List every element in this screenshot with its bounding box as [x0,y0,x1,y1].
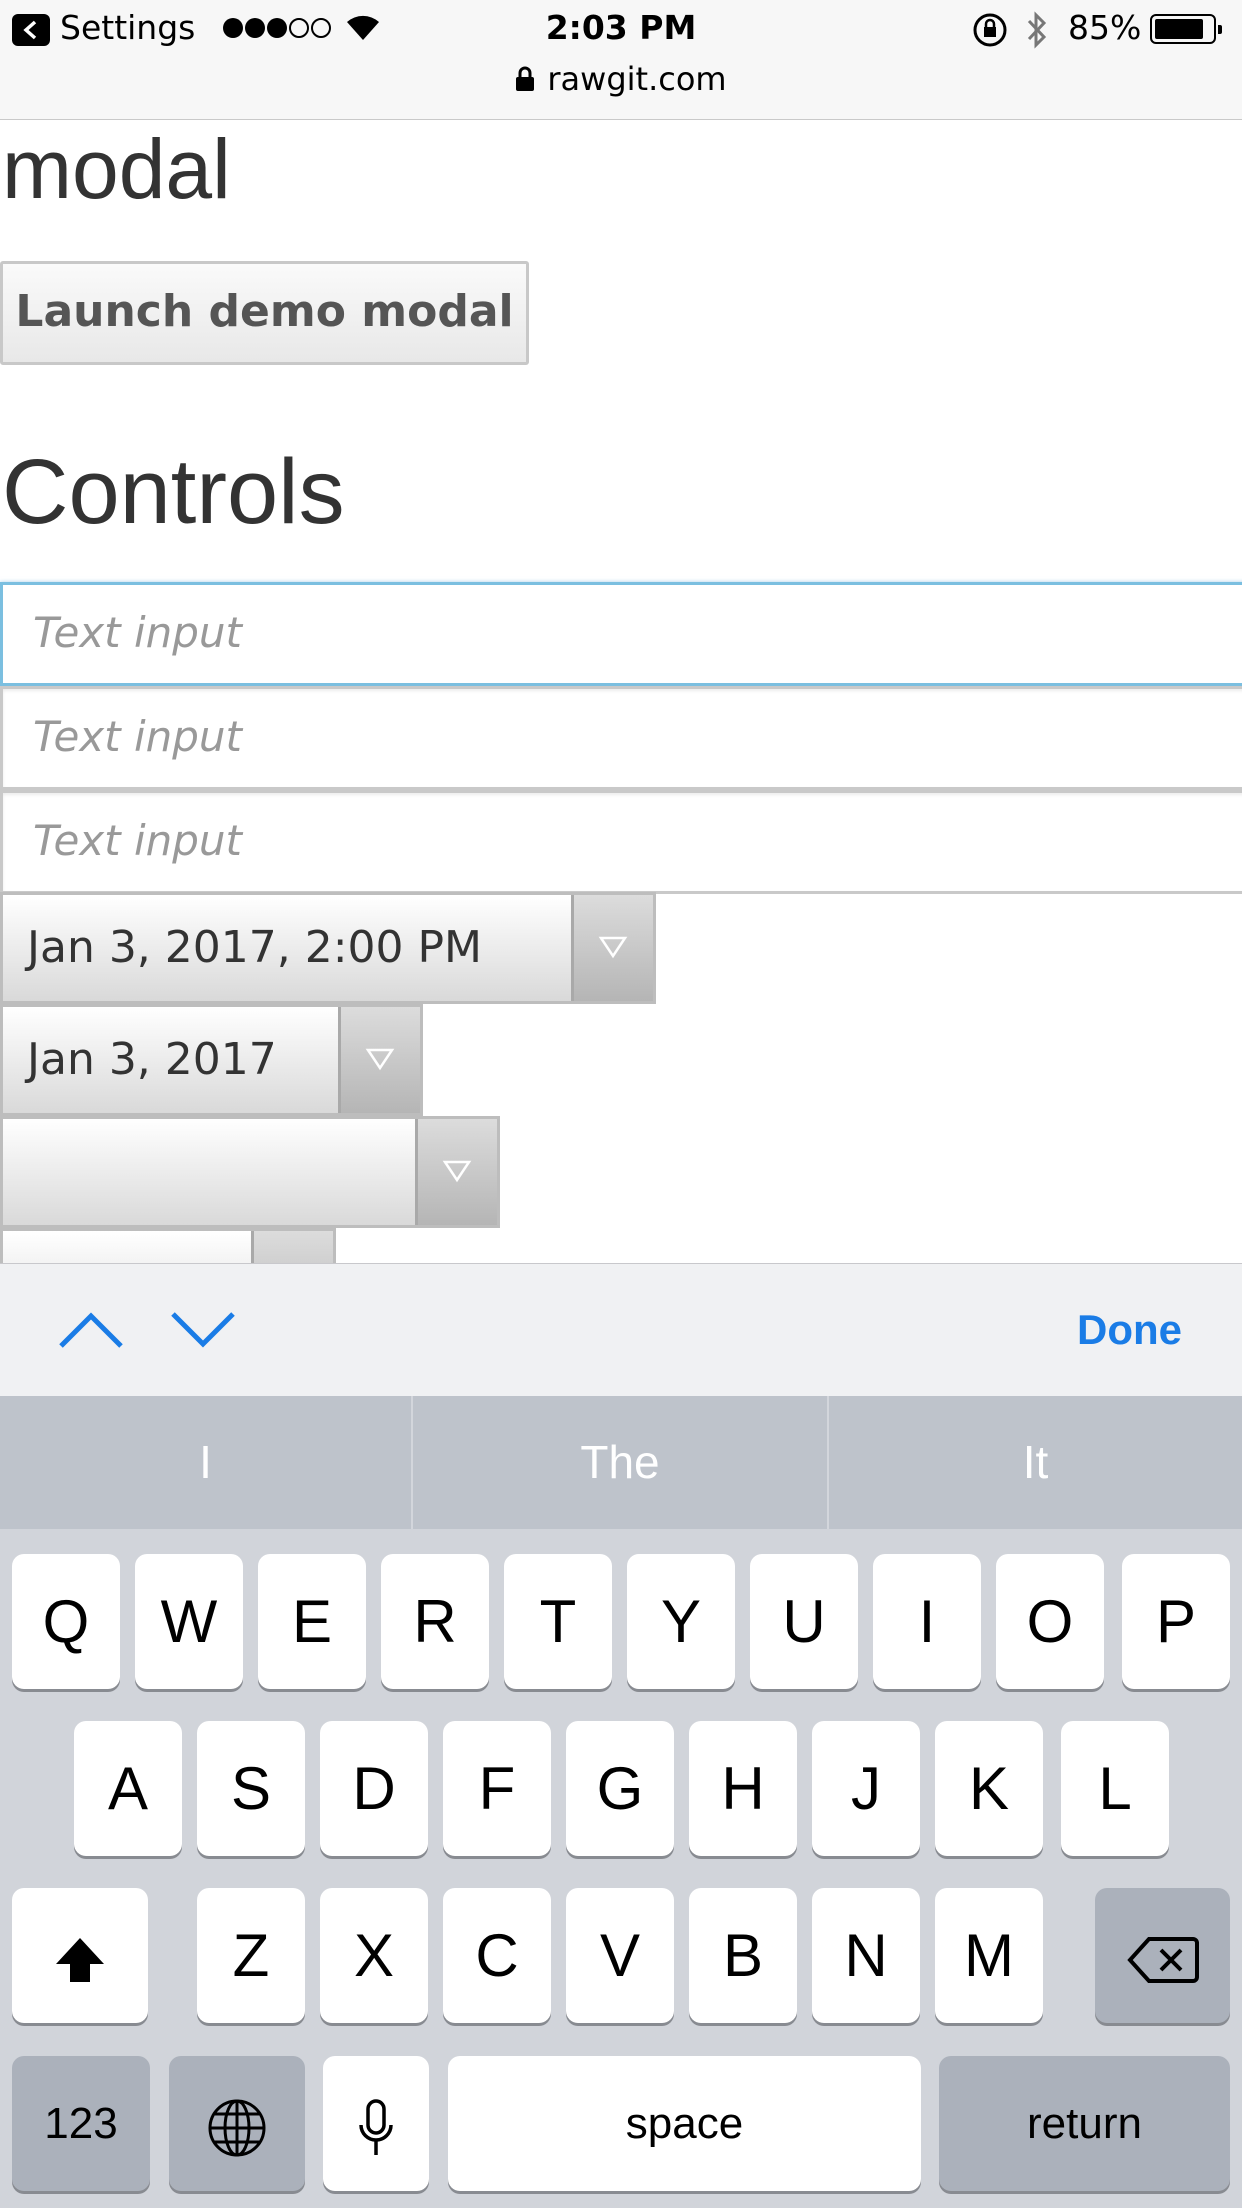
key-u[interactable]: U [750,1554,858,1689]
keyboard: I The It Q W E R T Y U I O P A S D F G H… [0,1396,1242,2208]
key-b[interactable]: B [689,1888,797,2023]
text-input-1[interactable]: Text input [0,582,1242,686]
key-w[interactable]: W [135,1554,243,1689]
key-j[interactable]: J [812,1721,920,1856]
shift-key[interactable] [12,1888,148,2023]
key-f[interactable]: F [443,1721,551,1856]
battery-percent: 85% [1068,8,1142,47]
form-accessory-bar: Done [0,1263,1242,1396]
key-h[interactable]: H [689,1721,797,1856]
key-r[interactable]: R [381,1554,489,1689]
rotation-lock-icon [972,12,1008,52]
key-c[interactable]: C [443,1888,551,2023]
key-d[interactable]: D [320,1721,428,1856]
dictation-key[interactable] [323,2056,429,2191]
key-z[interactable]: Z [197,1888,305,2023]
bluetooth-icon [1024,10,1050,54]
key-k[interactable]: K [935,1721,1043,1856]
status-time: 2:03 PM [545,8,697,47]
modal-section-heading: modal [2,122,231,216]
lock-icon [515,62,535,100]
status-bar: Settings 2:03 PM 85% rawgit.com [0,0,1242,120]
key-p[interactable]: P [1122,1554,1230,1689]
previous-field-icon[interactable] [58,1310,124,1354]
key-i[interactable]: I [873,1554,981,1689]
chevron-down-icon[interactable] [251,1231,333,1263]
chevron-down-icon[interactable] [415,1119,497,1225]
battery-icon [1150,14,1222,44]
key-o[interactable]: O [996,1554,1104,1689]
suggestion-3[interactable]: It [829,1396,1242,1529]
datetime-select-value: Jan 3, 2017, 2:00 PM [27,922,483,973]
battery-fill [1155,19,1203,39]
key-n[interactable]: N [812,1888,920,2023]
date-select[interactable]: Jan 3, 2017 [0,1004,423,1116]
key-l[interactable]: L [1061,1721,1169,1856]
key-q[interactable]: Q [12,1554,120,1689]
predictive-bar: I The It [0,1396,1242,1529]
text-input-3[interactable]: Text input [0,790,1242,894]
chevron-down-icon[interactable] [571,895,653,1001]
web-page: modal Launch demo modal Controls Text in… [0,121,1242,1263]
controls-heading: Controls [2,441,345,543]
key-y[interactable]: Y [627,1554,735,1689]
datetime-select[interactable]: Jan 3, 2017, 2:00 PM [0,892,656,1004]
shift-icon [56,1938,104,1983]
key-v[interactable]: V [566,1888,674,2023]
key-m[interactable]: M [935,1888,1043,2023]
suggestion-1[interactable]: I [0,1396,411,1529]
key-a[interactable]: A [74,1721,182,1856]
address-bar[interactable]: rawgit.com [0,60,1242,100]
microphone-icon [359,2099,393,2156]
key-x[interactable]: X [320,1888,428,2023]
next-field-icon[interactable] [170,1310,236,1354]
backspace-icon [1126,1937,1199,1984]
text-input-2[interactable]: Text input [0,686,1242,790]
launch-demo-modal-button[interactable]: Launch demo modal [0,261,529,365]
suggestion-2[interactable]: The [413,1396,827,1529]
key-g[interactable]: G [566,1721,674,1856]
date-select-value: Jan 3, 2017 [27,1034,277,1085]
key-t[interactable]: T [504,1554,612,1689]
url-text[interactable]: rawgit.com [547,60,726,98]
return-key[interactable]: return [939,2056,1230,2191]
globe-icon [208,2099,266,2157]
key-e[interactable]: E [258,1554,366,1689]
chevron-down-icon[interactable] [338,1007,420,1113]
partial-select[interactable] [0,1228,336,1263]
empty-select[interactable] [0,1116,500,1228]
key-s[interactable]: S [197,1721,305,1856]
numbers-key[interactable]: 123 [12,2056,150,2191]
delete-key[interactable] [1095,1888,1230,2023]
globe-key[interactable] [169,2056,305,2191]
done-button[interactable]: Done [1077,1306,1182,1354]
space-key[interactable]: space [448,2056,921,2191]
